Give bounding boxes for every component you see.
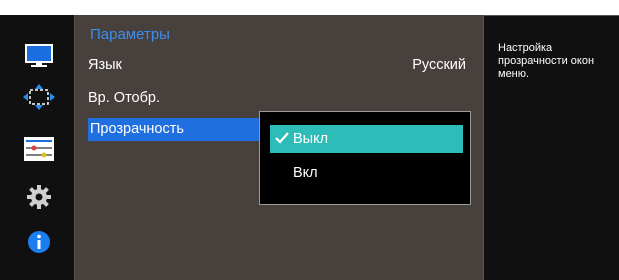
- language-value: Русский: [412, 57, 466, 73]
- option-off-label: Выкл: [293, 131, 329, 147]
- help-text: Настройка прозрачности окон меню.: [498, 42, 595, 80]
- icon-sidebar: [0, 15, 74, 280]
- menu-item-language[interactable]: Язык: [88, 57, 122, 73]
- menu-title: Параметры: [90, 26, 170, 43]
- info-icon[interactable]: [22, 228, 56, 256]
- monitor-icon[interactable]: [22, 42, 56, 70]
- option-off[interactable]: Выкл: [270, 125, 463, 153]
- option-on[interactable]: Вкл: [293, 165, 318, 181]
- menu-sliders-icon[interactable]: [22, 135, 56, 163]
- menu-item-display-time[interactable]: Вр. Отобр.: [88, 90, 160, 106]
- move-arrows-icon[interactable]: [22, 83, 56, 111]
- menu-item-transparency[interactable]: Прозрачность: [88, 118, 260, 141]
- transparency-options-popup: Выкл Вкл: [259, 111, 471, 205]
- gear-icon[interactable]: [22, 183, 56, 211]
- menu-item-transparency-label: Прозрачность: [90, 121, 184, 137]
- check-icon: [274, 131, 290, 150]
